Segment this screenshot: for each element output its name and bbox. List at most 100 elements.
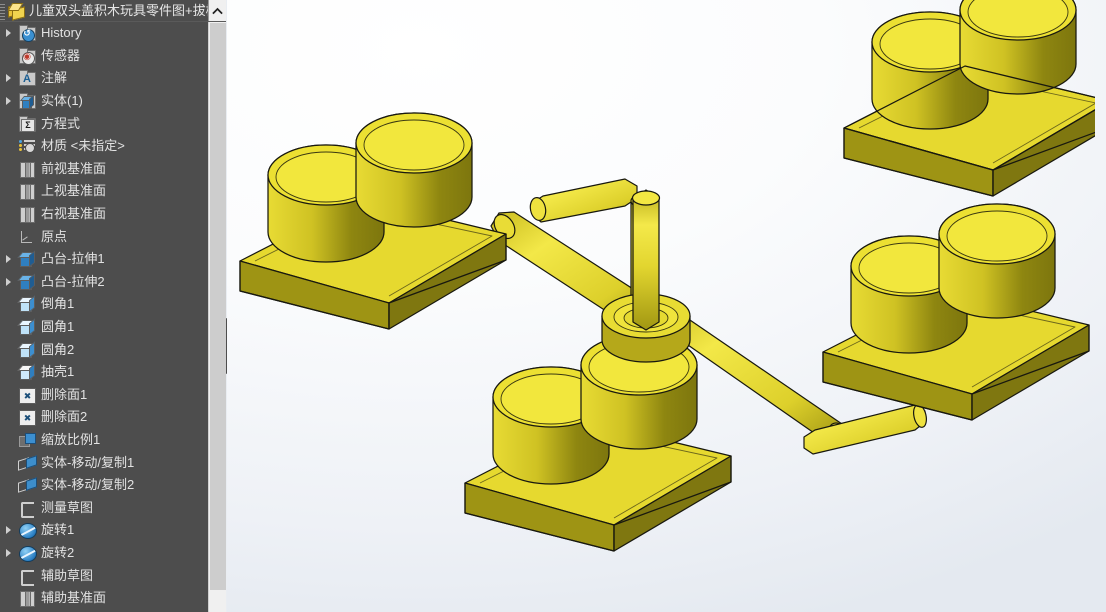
move-copy-body-icon xyxy=(16,476,38,494)
tree-vertical-scrollbar[interactable] xyxy=(208,22,226,612)
scale-icon xyxy=(16,431,38,449)
expand-arrow-spacer xyxy=(0,452,16,474)
expand-arrow-spacer xyxy=(0,180,16,202)
tree-item-19[interactable]: 缩放比例1 xyxy=(0,429,209,452)
tree-item-8[interactable]: 上视基准面 xyxy=(0,180,209,203)
brick-right xyxy=(822,203,1090,421)
expand-arrow-icon[interactable] xyxy=(0,67,16,89)
tree-item-15[interactable]: 圆角2 xyxy=(0,338,209,361)
title-grip xyxy=(0,2,5,20)
sprue-hub xyxy=(601,189,691,363)
expand-arrow-spacer xyxy=(0,565,16,587)
expand-arrow-spacer xyxy=(0,361,16,383)
scrollbar-thumb[interactable] xyxy=(210,23,226,590)
tree-item-16[interactable]: 抽壳1 xyxy=(0,361,209,384)
material-icon xyxy=(16,137,38,155)
tree-item-label: 方程式 xyxy=(41,115,81,131)
feature-tree-scroll-area[interactable]: ↺ History ◉ 传感器 A 注解 实体(1) Σ 方程式 材质 <未指定> 前视基准面 上视基… xyxy=(0,22,226,612)
expand-arrow-spacer xyxy=(0,429,16,451)
tree-item-22[interactable]: 测量草图 xyxy=(0,496,209,519)
expand-arrow-spacer xyxy=(0,203,16,225)
tree-item-label: 传感器 xyxy=(41,47,81,63)
expand-arrow-icon[interactable] xyxy=(0,90,16,112)
tree-item-9[interactable]: 右视基准面 xyxy=(0,203,209,226)
expand-arrow-spacer xyxy=(0,45,16,67)
tree-item-23[interactable]: 旋转1 xyxy=(0,519,209,542)
boss-extrude-icon xyxy=(16,273,38,291)
stud-2 xyxy=(938,203,1056,319)
collapse-chevron-up-icon[interactable] xyxy=(208,0,226,21)
solidworks-window: 儿童双头盖积木玩具零件图+拔模斜度 ↺ History ◉ 传感器 A 注解 实体(1) Σ 方… xyxy=(0,0,1106,612)
tree-item-14[interactable]: 圆角1 xyxy=(0,316,209,339)
tree-item-24[interactable]: 旋转2 xyxy=(0,542,209,565)
expand-arrow-icon[interactable] xyxy=(0,542,16,564)
stud-2 xyxy=(959,0,1077,95)
tree-item-label: 抽壳1 xyxy=(41,364,75,380)
tree-item-label: 实体-移动/复制1 xyxy=(41,454,135,470)
tree-item-label: 上视基准面 xyxy=(41,183,107,199)
fillet-icon xyxy=(16,341,38,359)
expand-arrow-icon[interactable] xyxy=(0,519,16,541)
feature-tree: ↺ History ◉ 传感器 A 注解 实体(1) Σ 方程式 材质 <未指定> 前视基准面 上视基… xyxy=(0,22,209,612)
3d-graphics-area[interactable] xyxy=(227,0,1106,612)
tree-item-10[interactable]: 原点 xyxy=(0,225,209,248)
tree-item-7[interactable]: 前视基准面 xyxy=(0,158,209,181)
delete-face-icon xyxy=(16,386,38,404)
tree-item-label: History xyxy=(41,25,82,41)
tree-item-13[interactable]: 倒角1 xyxy=(0,293,209,316)
expand-arrow-spacer xyxy=(0,293,16,315)
tree-item-label: 测量草图 xyxy=(41,499,94,515)
tree-item-label: 缩放比例1 xyxy=(41,431,101,447)
tree-item-5[interactable]: Σ 方程式 xyxy=(0,112,209,135)
tree-item-3[interactable]: A 注解 xyxy=(0,67,209,90)
tree-item-1[interactable]: ↺ History xyxy=(0,22,209,45)
tree-item-label: 辅助基准面 xyxy=(41,590,107,606)
shell-icon xyxy=(16,363,38,381)
origin-icon xyxy=(16,228,38,246)
plane-icon xyxy=(16,182,38,201)
tree-item-label: 删除面1 xyxy=(41,386,88,402)
tree-item-17[interactable]: 删除面1 xyxy=(0,384,209,407)
tree-item-label: 右视基准面 xyxy=(41,206,107,222)
expand-arrow-spacer xyxy=(0,474,16,496)
tree-item-label: 凸台-拉伸2 xyxy=(41,273,105,289)
tree-item-label: 圆角2 xyxy=(41,341,75,357)
stud-2 xyxy=(355,112,473,228)
tree-item-label: 注解 xyxy=(41,70,68,86)
tree-item-4[interactable]: 实体(1) xyxy=(0,90,209,113)
tree-item-20[interactable]: 实体-移动/复制1 xyxy=(0,451,209,474)
expand-arrow-icon[interactable] xyxy=(0,248,16,270)
equations-icon: Σ xyxy=(16,115,38,133)
expand-arrow-icon[interactable] xyxy=(0,22,16,44)
tree-item-label: 材质 <未指定> xyxy=(41,138,125,154)
expand-arrow-spacer xyxy=(0,497,16,519)
sensors-icon: ◉ xyxy=(16,47,38,65)
boss-extrude-icon xyxy=(16,250,38,268)
tree-item-label: 实体-移动/复制2 xyxy=(41,477,135,493)
sketch-icon xyxy=(16,499,38,518)
tree-item-25[interactable]: 辅助草图 xyxy=(0,564,209,587)
cad-model-svg xyxy=(239,0,1095,552)
tree-item-label: 倒角1 xyxy=(41,296,75,312)
expand-arrow-spacer xyxy=(0,587,16,609)
tree-item-12[interactable]: 凸台-拉伸2 xyxy=(0,271,209,294)
tree-item-label: 删除面2 xyxy=(41,409,88,425)
expand-arrow-spacer xyxy=(0,226,16,248)
tree-item-6[interactable]: 材质 <未指定> xyxy=(0,135,209,158)
tree-item-21[interactable]: 实体-移动/复制2 xyxy=(0,474,209,497)
tree-item-26[interactable]: 辅助基准面 xyxy=(0,587,209,610)
expand-arrow-spacer xyxy=(0,316,16,338)
history-icon: ↺ xyxy=(16,24,38,43)
part-document-icon xyxy=(6,2,26,21)
tree-item-2[interactable]: ◉ 传感器 xyxy=(0,45,209,68)
tree-item-label: 旋转2 xyxy=(41,544,75,560)
tree-item-label: 圆角1 xyxy=(41,319,75,335)
tree-item-label: 前视基准面 xyxy=(41,160,107,176)
tree-item-11[interactable]: 凸台-拉伸1 xyxy=(0,248,209,271)
expand-arrow-spacer xyxy=(0,406,16,428)
tree-item-18[interactable]: 删除面2 xyxy=(0,406,209,429)
fillet-icon xyxy=(16,318,38,336)
brick-middle-left xyxy=(239,112,507,330)
annotations-icon: A xyxy=(16,69,38,87)
expand-arrow-icon[interactable] xyxy=(0,271,16,293)
